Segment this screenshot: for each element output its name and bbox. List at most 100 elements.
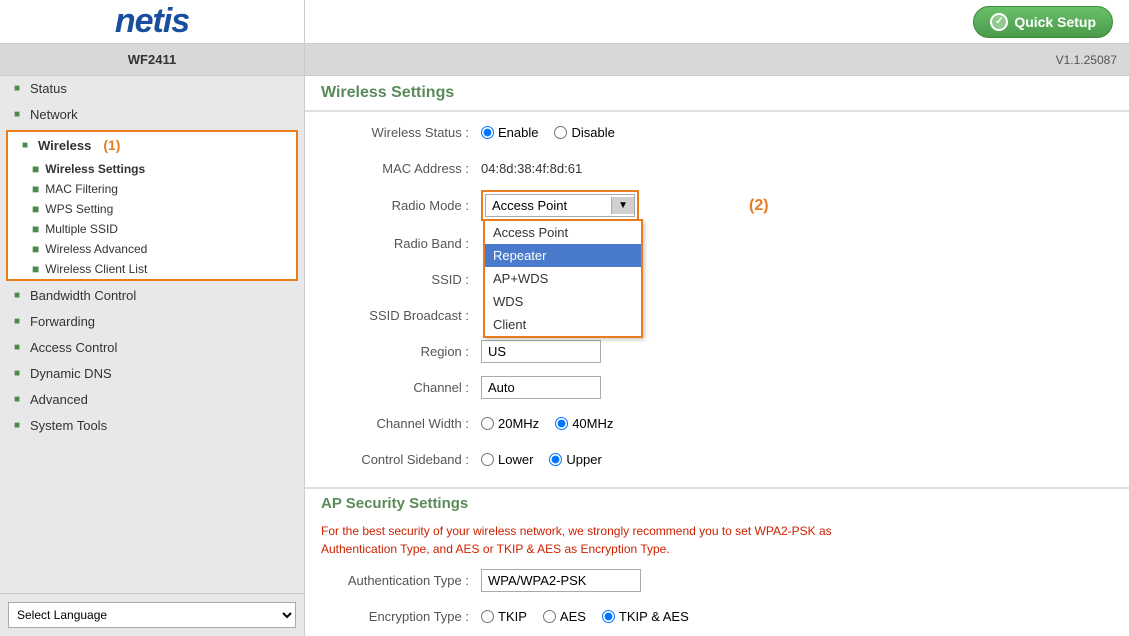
sidebar-item-wireless-settings[interactable]: ■ Wireless Settings <box>8 159 296 179</box>
disable-label: Disable <box>571 125 614 140</box>
channel-40mhz-label[interactable]: 40MHz <box>555 416 613 431</box>
region-row: Region : US <box>321 337 1113 365</box>
sub-header: WF2411 V1.1.25087 <box>0 44 1129 76</box>
encryption-label: Encryption Type : <box>321 609 481 624</box>
sidebar-item-bandwidth[interactable]: ■ Bandwidth Control <box>0 283 304 309</box>
enable-radio-label[interactable]: Enable <box>481 125 538 140</box>
channel-row: Channel : Auto <box>321 373 1113 401</box>
enc-tkip-aes-label[interactable]: TKIP & AES <box>602 609 689 624</box>
sidebar-item-wireless[interactable]: ■ Wireless (1) <box>8 132 296 159</box>
channel-40mhz-radio[interactable] <box>555 417 568 430</box>
disable-radio-label[interactable]: Disable <box>554 125 614 140</box>
sidebar-status-label: Status <box>30 81 67 96</box>
sideband-field: Lower Upper <box>481 452 1113 467</box>
sidebar-item-forwarding[interactable]: ■ Forwarding <box>0 309 304 335</box>
sideband-upper-label[interactable]: Upper <box>549 452 601 467</box>
sidebar-item-status[interactable]: ■ Status <box>0 76 304 102</box>
sidebar-item-system-tools[interactable]: ■ System Tools <box>0 413 304 439</box>
enc-aes-label[interactable]: AES <box>543 609 586 624</box>
sidebar-item-multiple-ssid[interactable]: ■ Multiple SSID <box>8 219 296 239</box>
sidebar-item-mac-filtering[interactable]: ■ MAC Filtering <box>8 179 296 199</box>
dropdown-option-access-point[interactable]: Access Point <box>485 221 641 244</box>
mf-dot-icon: ■ <box>32 182 39 196</box>
annotation-1: (1) <box>103 137 120 153</box>
sidebar-item-dynamic-dns[interactable]: ■ Dynamic DNS <box>0 361 304 387</box>
sidebar-bandwidth-label: Bandwidth Control <box>30 288 136 303</box>
disable-radio[interactable] <box>554 126 567 139</box>
dropdown-option-wds[interactable]: WDS <box>485 290 641 313</box>
mac-address-label: MAC Address : <box>321 161 481 176</box>
sidebar: ■ Status ■ Radio Mode : Network ■ Wirele… <box>0 76 305 636</box>
wps-label: WPS Setting <box>45 202 113 216</box>
ws-dot-icon: ■ <box>32 162 39 176</box>
logo-text: netis <box>115 2 189 41</box>
sideband-lower-label[interactable]: Lower <box>481 452 533 467</box>
radio-band-label: Radio Band : <box>321 236 481 251</box>
region-field: US <box>481 340 1113 363</box>
sideband-upper-text: Upper <box>566 452 601 467</box>
header-right: ✓ Quick Setup <box>305 0 1129 44</box>
sidebar-item-wps-setting[interactable]: ■ WPS Setting <box>8 199 296 219</box>
sideband-label: Control Sideband : <box>321 452 481 467</box>
sidebar-wireless-label: Wireless <box>38 138 91 153</box>
dropdown-option-ap-wds[interactable]: AP+WDS <box>485 267 641 290</box>
adv-bullet-icon: ■ <box>10 393 24 407</box>
enc-aes-radio[interactable] <box>543 610 556 623</box>
radio-mode-select-display[interactable]: Access Point ▼ <box>485 194 635 217</box>
wireless-status-row: Wireless Status : Enable Disable <box>321 118 1113 146</box>
wcl-label: Wireless Client List <box>45 262 147 276</box>
content-area: Wireless Settings Wireless Status : Enab… <box>305 76 1129 636</box>
quick-setup-label: Quick Setup <box>1014 14 1096 30</box>
channel-40mhz-text: 40MHz <box>572 416 613 431</box>
enc-tkip-aes-radio[interactable] <box>602 610 615 623</box>
sideband-lower-radio[interactable] <box>481 453 494 466</box>
security-note-area: For the best security of your wireless n… <box>305 518 1129 566</box>
channel-20mhz-radio[interactable] <box>481 417 494 430</box>
wps-dot-icon: ■ <box>32 202 39 216</box>
sideband-upper-radio[interactable] <box>549 453 562 466</box>
region-label: Region : <box>321 344 481 359</box>
sidebar-item-access-control[interactable]: ■ Access Control <box>0 335 304 361</box>
sidebar-network-text: Network <box>30 107 78 122</box>
language-select[interactable]: Select Language English Chinese French G… <box>8 602 296 628</box>
auth-type-field: WPA/WPA2-PSK <box>481 569 1113 592</box>
sidebar-item-network[interactable]: ■ Radio Mode : Network <box>0 102 304 128</box>
wcl-dot-icon: ■ <box>32 262 39 276</box>
auth-type-row: Authentication Type : WPA/WPA2-PSK <box>305 566 1129 594</box>
dropdown-option-repeater[interactable]: Repeater <box>485 244 641 267</box>
enable-radio[interactable] <box>481 126 494 139</box>
sidebar-item-wireless-client-list[interactable]: ■ Wireless Client List <box>8 259 296 279</box>
quick-setup-button[interactable]: ✓ Quick Setup <box>973 6 1113 38</box>
auth-type-select[interactable]: WPA/WPA2-PSK <box>481 569 641 592</box>
device-name: WF2411 <box>0 44 305 76</box>
radio-mode-label: Radio Mode : <box>321 198 481 213</box>
sidebar-item-wireless-advanced[interactable]: ■ Wireless Advanced <box>8 239 296 259</box>
dropdown-option-client[interactable]: Client <box>485 313 641 336</box>
language-area: Select Language English Chinese French G… <box>0 593 304 636</box>
region-select[interactable]: US <box>481 340 601 363</box>
wireless-status-field: Enable Disable <box>481 125 1113 140</box>
radio-mode-value: Access Point <box>486 195 611 216</box>
wa-dot-icon: ■ <box>32 242 39 256</box>
channel-select[interactable]: Auto <box>481 376 601 399</box>
security-note-line1: For the best security of your wireless n… <box>321 522 1113 540</box>
auth-type-select-wrapper: WPA/WPA2-PSK <box>481 569 641 592</box>
mac-address-field: 04:8d:38:4f:8d:61 <box>481 161 1113 176</box>
wireless-sub-menu: ■ Wireless Settings ■ MAC Filtering ■ WP… <box>8 159 296 279</box>
version-display: V1.1.25087 <box>305 44 1129 76</box>
security-title: AP Security Settings <box>321 495 468 512</box>
channel-width-field: 20MHz 40MHz <box>481 416 1113 431</box>
ac-bullet-icon: ■ <box>10 341 24 355</box>
enc-tkip-radio[interactable] <box>481 610 494 623</box>
radio-mode-dropdown: Access Point Repeater AP+WDS WDS Client <box>483 219 643 338</box>
channel-20mhz-label[interactable]: 20MHz <box>481 416 539 431</box>
enc-tkip-label[interactable]: TKIP <box>481 609 527 624</box>
radio-band-row: Radio Band : <box>321 229 1113 257</box>
mssid-dot-icon: ■ <box>32 222 39 236</box>
encryption-row: Encryption Type : TKIP AES TKIP & AES <box>305 602 1129 630</box>
enc-tkip-aes-text: TKIP & AES <box>619 609 689 624</box>
network-bullet-icon: ■ <box>10 108 24 122</box>
sidebar-item-advanced[interactable]: ■ Advanced <box>0 387 304 413</box>
bandwidth-bullet-icon: ■ <box>10 289 24 303</box>
forwarding-bullet-icon: ■ <box>10 315 24 329</box>
